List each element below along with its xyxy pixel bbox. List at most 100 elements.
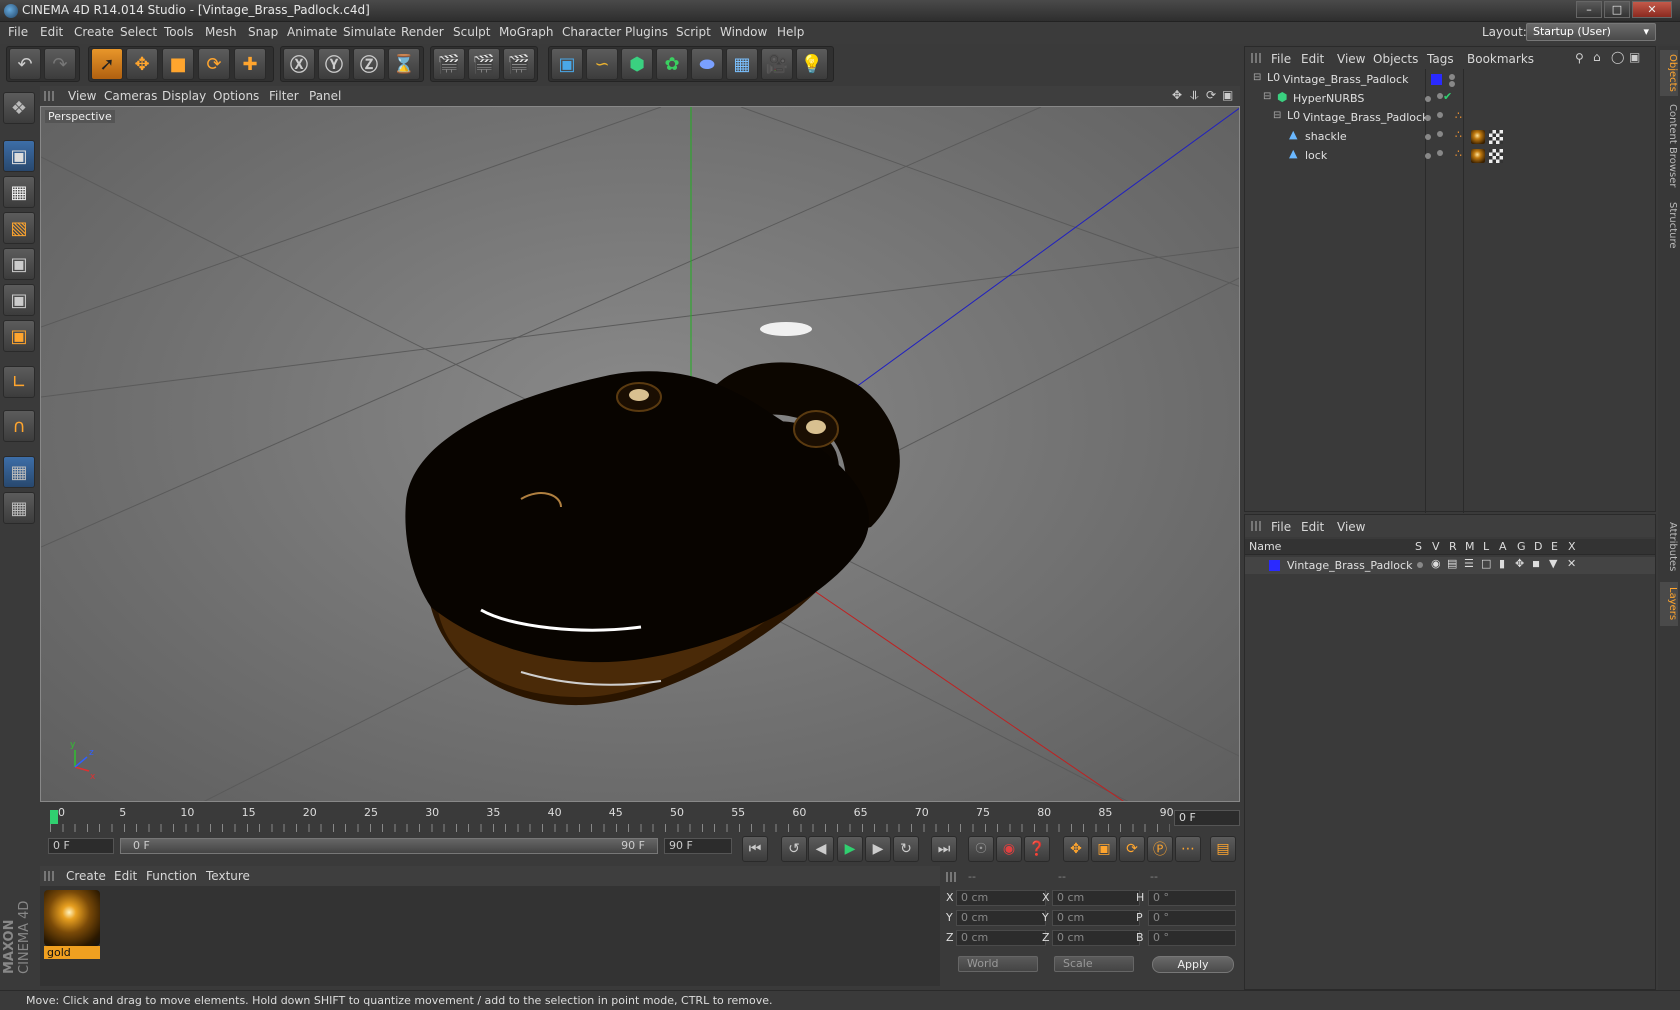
viewport-menu-filter[interactable]: Filter (269, 89, 299, 103)
layer-dot[interactable] (1425, 153, 1431, 159)
grip-icon[interactable] (1251, 53, 1261, 63)
menu-select[interactable]: Select (120, 25, 157, 39)
enabled-check-icon[interactable]: ✔ (1443, 90, 1452, 103)
menu-window[interactable]: Window (720, 25, 767, 39)
record-rotation-icon[interactable]: ⟳ (1119, 836, 1145, 862)
filter-icon[interactable]: ◯ (1611, 50, 1624, 64)
menu-mesh[interactable]: Mesh (205, 25, 237, 39)
material-menu-texture[interactable]: Texture (206, 869, 250, 883)
size-x-field[interactable]: 0 cm (1052, 890, 1140, 906)
go-to-end-icon[interactable]: ⏭ (931, 836, 957, 862)
home-icon[interactable]: ⌂ (1593, 50, 1601, 64)
workplane-lock-icon[interactable]: ▦ (3, 456, 35, 488)
timeline-ruler[interactable]: 0 5 10 15 20 25 30 35 40 45 50 55 60 65 70 75 80 85 90 (40, 806, 1240, 834)
material-menu-create[interactable]: Create (66, 869, 106, 883)
xref-toggle-icon[interactable]: ✕ (1567, 557, 1576, 570)
rot-h-field[interactable]: 0 ° (1148, 890, 1236, 906)
axis-mode-icon[interactable]: ∟ (3, 366, 35, 398)
viewport-menu-display[interactable]: Display (162, 89, 206, 103)
editor-visibility-dot[interactable] (1437, 150, 1443, 156)
play-icon[interactable]: ▶ (837, 836, 863, 862)
editor-visibility-dot[interactable] (1437, 131, 1443, 137)
menu-animate[interactable]: Animate (287, 25, 337, 39)
next-key-icon[interactable]: ↻ (893, 836, 919, 862)
om-menu-bookmarks[interactable]: Bookmarks (1467, 52, 1534, 66)
render-visibility-dot[interactable] (1449, 81, 1455, 87)
close-button[interactable]: ✕ (1632, 1, 1672, 18)
z-axis-icon[interactable]: Ⓩ (353, 48, 385, 80)
generators-toggle-icon[interactable]: ✥ (1515, 557, 1524, 570)
object-row[interactable]: ▲ shackle ∴ (1245, 128, 1655, 147)
workplane-mode-icon[interactable]: ▧ (3, 212, 35, 244)
move-icon[interactable]: ✥ (126, 48, 158, 80)
menu-plugins[interactable]: Plugins (625, 25, 668, 39)
column-l[interactable]: L (1483, 540, 1489, 553)
menu-edit[interactable]: Edit (40, 25, 63, 39)
column-r[interactable]: R (1449, 540, 1457, 553)
deformer-icon[interactable]: ⬬ (691, 48, 723, 80)
make-editable-icon[interactable]: ❖ (3, 92, 35, 124)
size-mode-dropdown[interactable]: Scale (1054, 956, 1134, 972)
menu-file[interactable]: File (8, 25, 28, 39)
manager-toggle-icon[interactable]: ☰ (1464, 557, 1474, 570)
pos-x-field[interactable]: 0 cm (956, 890, 1046, 906)
tab-layers[interactable]: Layers (1660, 582, 1678, 626)
viewport-menu-options[interactable]: Options (213, 89, 259, 103)
model-mode-icon[interactable]: ▣ (3, 140, 35, 172)
column-a[interactable]: A (1499, 540, 1507, 553)
previous-key-icon[interactable]: ↺ (781, 836, 807, 862)
menu-tools[interactable]: Tools (164, 25, 194, 39)
subdivision-icon[interactable]: ⬢ (621, 48, 653, 80)
layer-dot[interactable] (1425, 96, 1431, 102)
uvw-tag-icon[interactable] (1489, 130, 1503, 144)
points-mode-icon[interactable]: ▣ (3, 248, 35, 280)
redo-icon[interactable]: ↷ (44, 48, 76, 80)
search-icon[interactable]: ⚲ (1575, 51, 1584, 65)
menu-create[interactable]: Create (74, 25, 114, 39)
rot-p-field[interactable]: 0 ° (1148, 910, 1236, 926)
viewport-move-icon[interactable]: ✥ (1172, 88, 1182, 102)
maximize-button[interactable]: □ (1604, 1, 1630, 18)
column-g[interactable]: G (1517, 540, 1526, 553)
layer-color-swatch[interactable] (1269, 560, 1280, 571)
column-m[interactable]: M (1465, 540, 1475, 553)
grip-icon[interactable] (44, 871, 54, 881)
material-tag-icon[interactable] (1471, 149, 1485, 163)
menu-script[interactable]: Script (676, 25, 711, 39)
camera-icon[interactable]: 🎥 (761, 48, 793, 80)
coordinate-mode-dropdown[interactable]: World (958, 956, 1038, 972)
record-parameter-icon[interactable]: Ⓟ (1147, 836, 1173, 862)
grip-icon[interactable] (946, 872, 956, 882)
pos-y-field[interactable]: 0 cm (956, 910, 1046, 926)
pos-z-field[interactable]: 0 cm (956, 930, 1046, 946)
new-window-icon[interactable]: ▣ (1629, 50, 1640, 64)
editor-visibility-dot[interactable] (1437, 112, 1443, 118)
viewport-rotate-icon[interactable]: ⟳ (1206, 88, 1216, 102)
preview-range-slider[interactable]: 0 F 90 F (120, 838, 658, 854)
keyframe-selection-icon[interactable]: ❓ (1024, 836, 1050, 862)
tab-objects[interactable]: Objects (1660, 50, 1678, 96)
add-icon[interactable]: ✚ (234, 48, 266, 80)
rot-b-field[interactable]: 0 ° (1148, 930, 1236, 946)
menu-snap[interactable]: Snap (248, 25, 278, 39)
column-x[interactable]: X (1568, 540, 1576, 553)
record-active-objects-icon[interactable]: ☉ (968, 836, 994, 862)
light-icon[interactable]: 💡 (796, 48, 828, 80)
om-menu-file[interactable]: File (1271, 52, 1291, 66)
material-menu-function[interactable]: Function (146, 869, 197, 883)
x-axis-icon[interactable]: Ⓧ (283, 48, 315, 80)
column-e[interactable]: E (1551, 540, 1558, 553)
animation-toggle-icon[interactable]: ▮ (1499, 557, 1505, 570)
render-toggle-icon[interactable]: ▤ (1447, 557, 1457, 570)
menu-character[interactable]: Character (562, 25, 621, 39)
om-menu-edit[interactable]: Edit (1301, 52, 1324, 66)
current-frame-field[interactable]: 0 F (1174, 810, 1240, 826)
polygons-mode-icon[interactable]: ▣ (3, 320, 35, 352)
go-to-start-icon[interactable]: ⏮ (742, 836, 768, 862)
previous-frame-icon[interactable]: ◀ (808, 836, 834, 862)
material-menu-edit[interactable]: Edit (114, 869, 137, 883)
timeline-window-icon[interactable]: ▤ (1210, 836, 1236, 862)
grip-icon[interactable] (44, 91, 54, 101)
viewport-zoom-icon[interactable]: ⥥ (1190, 88, 1199, 103)
apply-button[interactable]: Apply (1152, 956, 1234, 973)
